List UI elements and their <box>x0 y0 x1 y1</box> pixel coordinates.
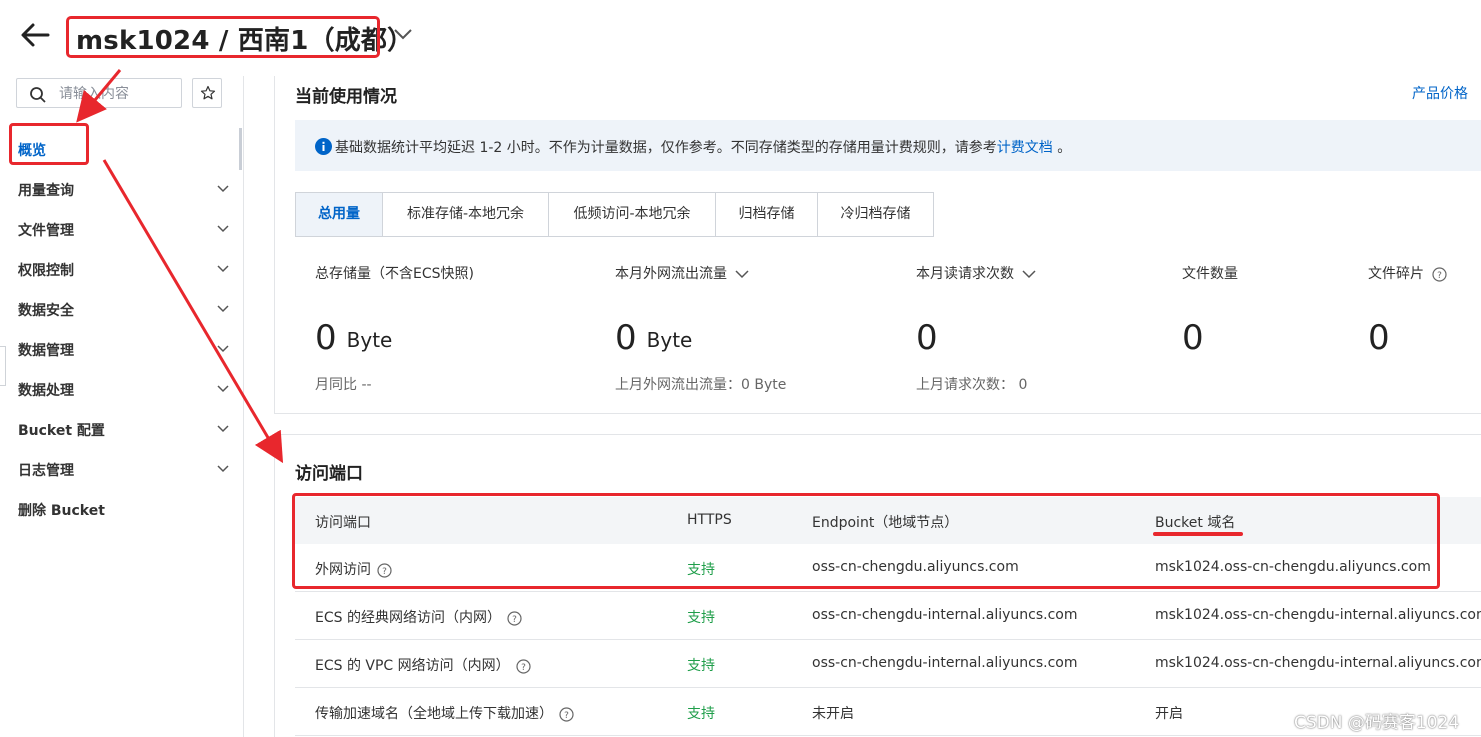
stat-outbound-traffic-value: 0 Byte <box>615 318 693 358</box>
watermark: CSDN @码赛客1024 <box>1294 713 1460 733</box>
search-input[interactable] <box>57 83 179 105</box>
sidebar-item-label: 数据处理 <box>18 383 74 399</box>
https-status: 支持 <box>687 706 715 722</box>
sidebar-item-label: 用量查询 <box>18 183 74 199</box>
chevron-down-icon <box>217 345 229 353</box>
sidebar-search[interactable] <box>16 78 182 108</box>
chevron-down-icon <box>735 269 749 278</box>
favorite-button[interactable] <box>192 78 222 108</box>
stat-fragments-value: 0 <box>1368 318 1390 358</box>
sidebar-item-data-management[interactable]: 数据管理 <box>18 337 233 361</box>
svg-text:?: ? <box>1437 271 1442 281</box>
notice-text-wrap: 基础数据统计平均延迟 1-2 小时。不作为计量数据，仅作参考。不同存储类型的存储… <box>335 137 1071 157</box>
chevron-down-icon <box>217 305 229 313</box>
stat-file-count-value: 0 <box>1182 318 1204 358</box>
svg-text:?: ? <box>521 663 526 673</box>
sidebar-item-usage-query[interactable]: 用量查询 <box>18 177 233 201</box>
row-name-cell: ECS 的经典网络访问（内网）? <box>315 607 522 627</box>
chevron-down-icon <box>394 29 412 40</box>
collapse-handle[interactable] <box>0 346 6 386</box>
chevron-down-icon <box>217 425 229 433</box>
https-status: 支持 <box>687 658 715 674</box>
chevron-down-icon <box>1022 269 1036 278</box>
region-switch-dropdown[interactable] <box>392 26 414 42</box>
sidebar-item-access-control[interactable]: 权限控制 <box>18 257 233 281</box>
tab-archive[interactable]: 归档存储 <box>716 193 818 236</box>
stat-total-storage-value: 0 Byte <box>315 318 393 358</box>
stat-outbound-traffic-label[interactable]: 本月外网流出流量 <box>615 263 749 283</box>
pricing-link[interactable]: 产品价格 <box>1412 83 1468 103</box>
search-icon <box>30 87 46 103</box>
notice-end: 。 <box>1052 140 1072 156</box>
info-icon <box>315 138 332 155</box>
tab-total[interactable]: 总用量 <box>296 193 383 236</box>
stat-read-requests-sub: 上月请求次数： 0 <box>916 377 1028 393</box>
billing-doc-link[interactable]: 计费文档 <box>997 140 1053 156</box>
enable-acceleration-link[interactable]: 开启 <box>1155 703 1183 723</box>
svg-text:?: ? <box>564 711 569 721</box>
stat-file-count-label: 文件数量 <box>1182 266 1238 282</box>
annotation-underline <box>1153 532 1243 536</box>
sidebar-item-data-processing[interactable]: 数据处理 <box>18 377 233 401</box>
sidebar-item-delete-bucket[interactable]: 删除 Bucket <box>18 497 233 521</box>
endpoint-value: 未开启 <box>812 706 854 722</box>
sidebar-item-label: 数据管理 <box>18 343 74 359</box>
sidebar-item-label: 删除 Bucket <box>18 503 105 519</box>
storage-type-tabs: 总用量 标准存储-本地冗余 低频访问-本地冗余 归档存储 冷归档存储 <box>295 192 934 237</box>
stat-fragments-label: 文件碎片? <box>1368 263 1447 283</box>
bucket-domain-value: msk1024.oss-cn-chengdu-internal.aliyuncs… <box>1155 655 1481 671</box>
chevron-down-icon <box>217 225 229 233</box>
help-icon[interactable]: ? <box>516 658 531 674</box>
arrow-left-icon <box>21 23 50 47</box>
back-button[interactable] <box>18 18 52 52</box>
https-status: 支持 <box>687 610 715 626</box>
stat-total-storage-sub: 月同比 -- <box>315 377 372 393</box>
sidebar-item-data-security[interactable]: 数据安全 <box>18 297 233 321</box>
bucket-domain-value: msk1024.oss-cn-chengdu-internal.aliyuncs… <box>1155 607 1481 623</box>
stat-read-requests-value: 0 <box>916 318 938 358</box>
sidebar-scroll-indicator <box>239 128 242 170</box>
sidebar-item-log-management[interactable]: 日志管理 <box>18 457 233 481</box>
annotation-title-box <box>66 16 380 58</box>
star-icon <box>200 85 216 100</box>
sidebar-item-bucket-config[interactable]: Bucket 配置 <box>18 417 233 441</box>
endpoints-section-title: 访问端口 <box>295 464 363 484</box>
help-icon[interactable]: ? <box>1432 266 1447 282</box>
sidebar-item-label: Bucket 配置 <box>18 423 105 439</box>
stat-read-requests-label[interactable]: 本月读请求次数 <box>916 263 1036 283</box>
chevron-down-icon <box>217 465 229 473</box>
chevron-down-icon <box>217 385 229 393</box>
tab-standard[interactable]: 标准存储-本地冗余 <box>383 193 549 236</box>
sidebar-item-file-management[interactable]: 文件管理 <box>18 217 233 241</box>
annotation-table-box <box>292 493 1440 589</box>
endpoint-value: oss-cn-chengdu-internal.aliyuncs.com <box>812 607 1078 623</box>
table-row: ECS 的经典网络访问（内网）? 支持 oss-cn-chengdu-inter… <box>295 592 1481 640</box>
tab-cold-archive[interactable]: 冷归档存储 <box>818 193 933 236</box>
tab-infrequent[interactable]: 低频访问-本地冗余 <box>549 193 716 236</box>
row-name-cell: 传输加速域名（全地域上传下载加速）? <box>315 703 574 723</box>
svg-text:?: ? <box>512 615 517 625</box>
sidebar-item-label: 文件管理 <box>18 223 74 239</box>
annotation-overview-box <box>9 123 89 165</box>
help-icon[interactable]: ? <box>559 706 574 722</box>
row-name-cell: ECS 的 VPC 网络访问（内网）? <box>315 655 531 675</box>
stat-outbound-traffic-sub: 上月外网流出流量：0 Byte <box>615 377 787 393</box>
sidebar-divider <box>243 76 244 737</box>
chevron-down-icon <box>217 185 229 193</box>
notice-text: 基础数据统计平均延迟 1-2 小时。不作为计量数据，仅作参考。不同存储类型的存储… <box>335 140 997 156</box>
usage-section-title: 当前使用情况 <box>295 87 397 107</box>
sidebar-item-label: 日志管理 <box>18 463 74 479</box>
sidebar-item-label: 数据安全 <box>18 303 74 319</box>
table-row: ECS 的 VPC 网络访问（内网）? 支持 oss-cn-chengdu-in… <box>295 640 1481 688</box>
notice-banner: 基础数据统计平均延迟 1-2 小时。不作为计量数据，仅作参考。不同存储类型的存储… <box>295 120 1481 171</box>
sidebar-item-label: 权限控制 <box>18 263 74 279</box>
endpoint-value: oss-cn-chengdu-internal.aliyuncs.com <box>812 655 1078 671</box>
help-icon[interactable]: ? <box>507 610 522 626</box>
chevron-down-icon <box>217 265 229 273</box>
stat-total-storage-label: 总存储量（不含ECS快照) <box>315 266 474 282</box>
